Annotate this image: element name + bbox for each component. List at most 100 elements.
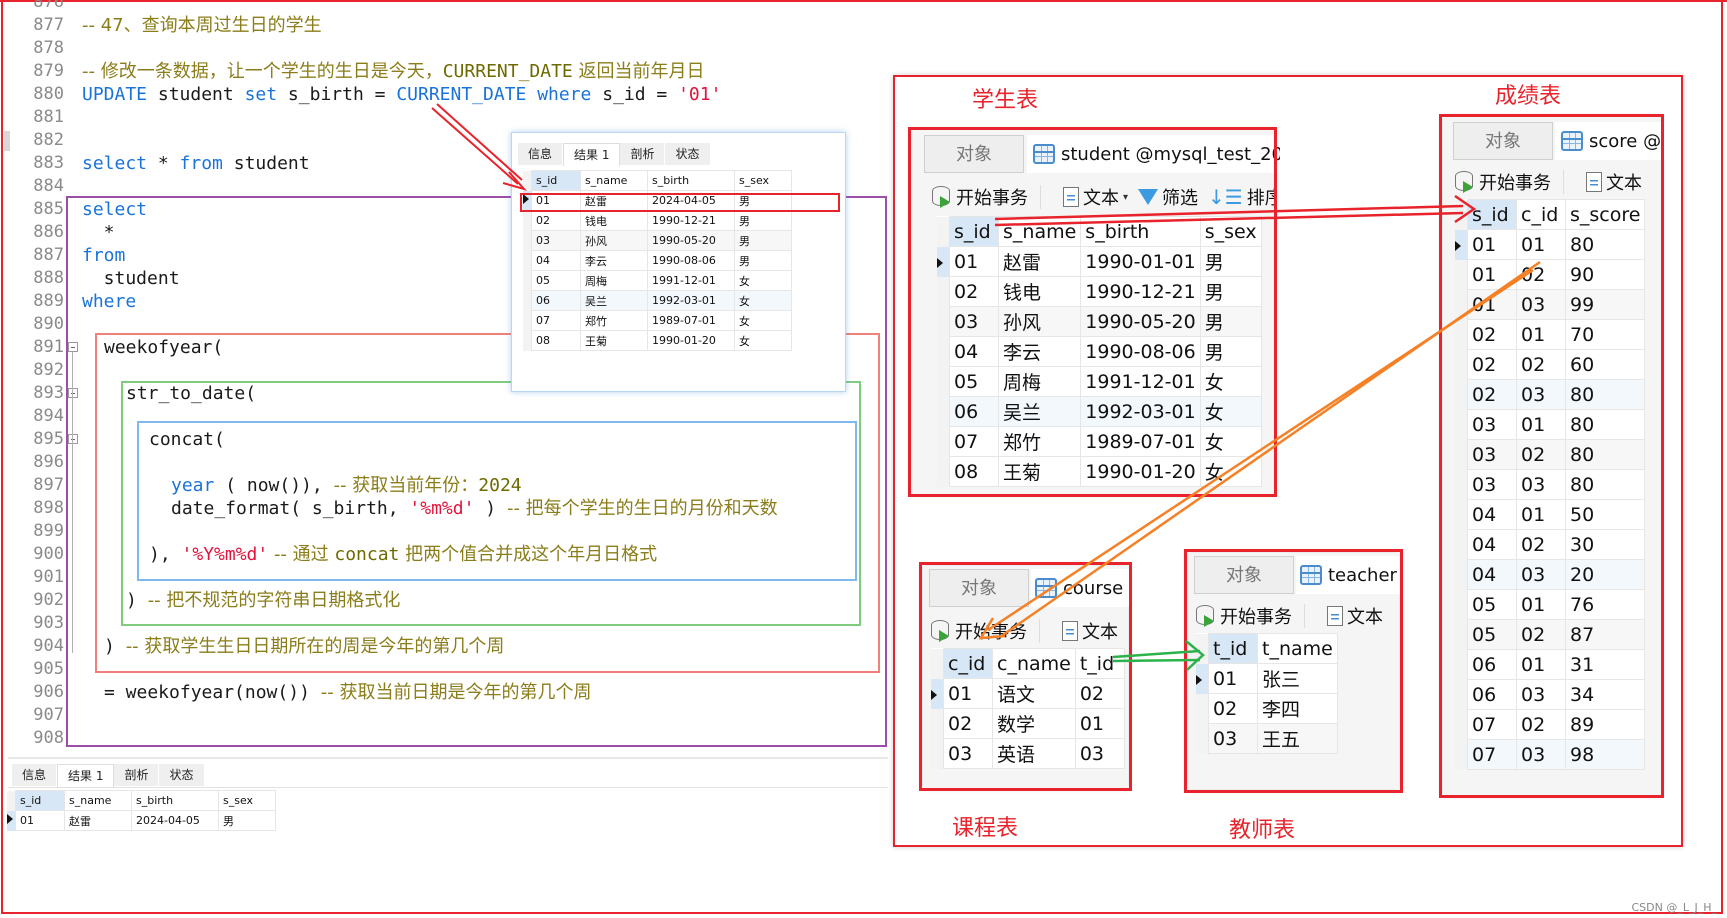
- tab-info[interactable]: 信息: [12, 764, 58, 786]
- line-number: 902: [33, 590, 64, 610]
- line-number: 897: [33, 475, 64, 495]
- cell-s-name[interactable]: 李云: [580, 250, 648, 271]
- cell-s-birth[interactable]: 1990-01-20: [647, 330, 735, 351]
- line-number: 905: [33, 659, 64, 679]
- line-number: 891: [33, 337, 64, 357]
- line-number: 908: [33, 728, 64, 748]
- line-number: 888: [33, 268, 64, 288]
- cell-s-id[interactable]: 06: [531, 290, 581, 311]
- cell-s-name[interactable]: 吴兰: [580, 290, 648, 311]
- result-splitter[interactable]: [8, 757, 888, 759]
- tab-info[interactable]: 信息: [518, 143, 564, 165]
- line-number: 906: [33, 682, 64, 702]
- tab-result-1[interactable]: 结果 1: [563, 143, 621, 166]
- row-marker[interactable]: [523, 290, 532, 311]
- popup-result-panel: 信息 结果 1 剖析 状态 s_id s_name s_birth s_sex 01 赵雷…: [511, 132, 846, 392]
- row-marker[interactable]: [7, 810, 16, 831]
- tab-status[interactable]: 状态: [665, 143, 711, 165]
- code-line-879: -- 修改一条数据，让一个学生的生日是今天，CURRENT_DATE 返回当前年…: [82, 61, 705, 82]
- line-number: 884: [33, 176, 64, 196]
- cell-s-name[interactable]: 孙风: [580, 230, 648, 251]
- table-row[interactable]: 03 孙风 1990-05-20 男: [523, 230, 792, 251]
- table-row[interactable]: 06 吴兰 1992-03-01 女: [523, 290, 792, 311]
- row-marker[interactable]: [523, 210, 532, 231]
- row-marker[interactable]: [523, 230, 532, 251]
- row-marker[interactable]: [523, 310, 532, 331]
- cell-s-sex[interactable]: 男: [734, 210, 792, 231]
- highlight-updated-row: [520, 193, 840, 212]
- line-number: 907: [33, 705, 64, 725]
- cell-s-sex[interactable]: 女: [734, 270, 792, 291]
- code-line-877: -- 47、查询本周过生日的学生: [82, 15, 322, 36]
- column-header-s-name[interactable]: s_name: [580, 170, 648, 191]
- cell-s-sex[interactable]: 男: [218, 810, 276, 831]
- line-number: 899: [33, 521, 64, 541]
- row-marker-header: [7, 790, 16, 811]
- column-header-s-sex[interactable]: s_sex: [218, 790, 276, 811]
- cell-s-birth[interactable]: 1990-05-20: [647, 230, 735, 251]
- cell-s-sex[interactable]: 男: [734, 250, 792, 271]
- cell-s-name[interactable]: 赵雷: [64, 810, 132, 831]
- teacher-table-highlight: [1184, 549, 1403, 793]
- line-number: 876: [33, 0, 64, 12]
- table-row[interactable]: 08 王菊 1990-01-20 女: [523, 330, 792, 351]
- row-marker[interactable]: [523, 330, 532, 351]
- column-header-s-sex[interactable]: s_sex: [734, 170, 792, 191]
- cell-s-name[interactable]: 王菊: [580, 330, 648, 351]
- cell-s-id[interactable]: 08: [531, 330, 581, 351]
- cell-s-id[interactable]: 07: [531, 310, 581, 331]
- label-student-table: 学生表: [972, 88, 1039, 113]
- cell-s-name[interactable]: 钱电: [580, 210, 648, 231]
- cell-s-id[interactable]: 01: [15, 810, 65, 831]
- row-marker-header: [523, 170, 532, 191]
- score-table-highlight: [1439, 114, 1664, 798]
- table-row[interactable]: 07 郑竹 1989-07-01 女: [523, 310, 792, 331]
- cell-s-id[interactable]: 04: [531, 250, 581, 271]
- column-header-s-birth[interactable]: s_birth: [647, 170, 735, 191]
- cell-s-birth[interactable]: 2024-04-05: [131, 810, 219, 831]
- row-marker[interactable]: [523, 250, 532, 271]
- cell-s-birth[interactable]: 1990-08-06: [647, 250, 735, 271]
- line-number: 886: [33, 222, 64, 242]
- cell-s-name[interactable]: 周梅: [580, 270, 648, 291]
- cell-s-birth[interactable]: 1989-07-01: [647, 310, 735, 331]
- table-row[interactable]: 04 李云 1990-08-06 男: [523, 250, 792, 271]
- cell-s-id[interactable]: 05: [531, 270, 581, 291]
- tab-profile[interactable]: 剖析: [620, 143, 666, 165]
- cell-s-birth[interactable]: 1992-03-01: [647, 290, 735, 311]
- cell-s-birth[interactable]: 1990-12-21: [647, 210, 735, 231]
- line-number: 894: [33, 406, 64, 426]
- cell-s-sex[interactable]: 女: [734, 330, 792, 351]
- cell-s-id[interactable]: 02: [531, 210, 581, 231]
- tab-result-1[interactable]: 结果 1: [57, 764, 115, 787]
- column-header-s-id[interactable]: s_id: [531, 170, 581, 191]
- cell-s-name[interactable]: 郑竹: [580, 310, 648, 331]
- code-line-880-update: UPDATE student set s_birth = CURRENT_DAT…: [82, 84, 722, 105]
- table-row[interactable]: 05 周梅 1991-12-01 女: [523, 270, 792, 291]
- tab-profile[interactable]: 剖析: [114, 764, 160, 786]
- cell-s-sex[interactable]: 女: [734, 290, 792, 311]
- column-header-s-name[interactable]: s_name: [64, 790, 132, 811]
- grid-header-row: s_id s_name s_birth s_sex: [523, 170, 792, 191]
- label-score-table: 成绩表: [1495, 84, 1562, 109]
- line-number: 883: [33, 153, 64, 173]
- cell-s-sex[interactable]: 女: [734, 310, 792, 331]
- line-number-gutter: 876 877 878 879 880 881 882 883 884 885 886 887 888 8…: [20, 0, 68, 760]
- table-row[interactable]: 01 赵雷 2024-04-05 男: [7, 810, 276, 831]
- table-row[interactable]: 02 钱电 1990-12-21 男: [523, 210, 792, 231]
- popup-result-tabs: 信息 结果 1 剖析 状态: [518, 143, 711, 166]
- label-teacher-table: 教师表: [1229, 818, 1296, 843]
- line-number: 885: [33, 199, 64, 219]
- bottom-result-grid[interactable]: s_id s_name s_birth s_sex 01 赵雷 2024-04-05 男: [7, 790, 276, 831]
- tab-status[interactable]: 状态: [159, 764, 205, 786]
- line-number: 877: [33, 15, 64, 35]
- row-marker[interactable]: [523, 270, 532, 291]
- cell-s-id[interactable]: 03: [531, 230, 581, 251]
- column-header-s-birth[interactable]: s_birth: [131, 790, 219, 811]
- column-header-s-id[interactable]: s_id: [15, 790, 65, 811]
- cell-s-sex[interactable]: 男: [734, 230, 792, 251]
- student-table-highlight: [908, 127, 1277, 497]
- line-number: 882: [33, 130, 64, 150]
- editor-scroll-marker[interactable]: [4, 131, 10, 151]
- cell-s-birth[interactable]: 1991-12-01: [647, 270, 735, 291]
